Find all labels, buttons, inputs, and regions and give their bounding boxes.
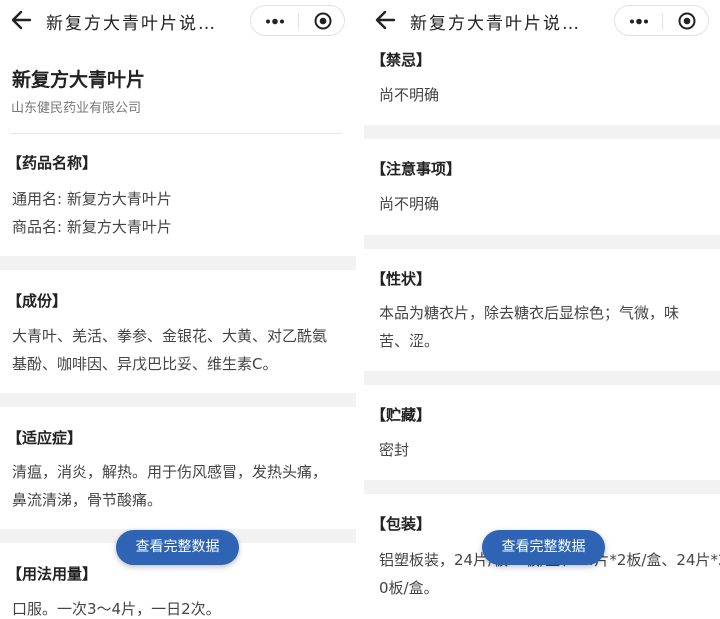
view-full-data-button[interactable]: 查看完整数据 (482, 530, 605, 565)
section-line: 苦、涩。 (379, 332, 440, 350)
section-heading-precautions: 【注意事项】 (371, 160, 462, 178)
section-line: 口服。一次3～4片，一日2次。 (12, 600, 221, 618)
nav-title: 新复方大青叶片说… (46, 14, 217, 34)
section-line: 鼻流清涕，骨节酸痛。 (12, 491, 163, 509)
section-separator (0, 393, 356, 407)
section-line: 大青叶、羌活、拳参、金银花、大黄、对乙酰氨 (12, 327, 328, 345)
nav-title: 新复方大青叶片说… (410, 14, 581, 34)
section-separator (364, 235, 720, 249)
section-line: 本品为糖衣片，除去糖衣后显棕色；气微，味 (379, 304, 680, 322)
more-dots-icon[interactable] (264, 13, 286, 30)
section-heading-characteristics: 【性状】 (371, 270, 432, 288)
capsule-divider (662, 13, 663, 30)
capsule-divider (298, 13, 299, 30)
left-screen: 新复方大青叶片说… 新复方大青叶片 山东健民药业有限公司 【药品名称】 通用名:… (0, 0, 356, 619)
nav-bar: 新复方大青叶片说… (364, 0, 720, 42)
section-line: 0板/盒。 (379, 579, 439, 597)
section-line: 通用名: 新复方大青叶片 (12, 190, 172, 208)
section-line: 尚不明确 (379, 86, 440, 104)
section-heading-dosage: 【用法用量】 (7, 565, 98, 583)
company-name: 山东健民药业有限公司 (11, 101, 142, 116)
divider (11, 133, 342, 134)
section-line: 商品名: 新复方大青叶片 (12, 218, 172, 236)
section-heading-contraindications: 【禁忌】 (371, 51, 432, 69)
drug-title: 新复方大青叶片 (12, 69, 146, 91)
more-dots-icon[interactable] (628, 13, 650, 30)
section-line: 密封 (379, 441, 410, 459)
section-line: 尚不明确 (379, 195, 440, 213)
target-circle-icon[interactable] (678, 12, 696, 30)
section-line: 清瘟，消炎，解热。用于伤风感冒，发热头痛， (12, 463, 328, 481)
back-arrow-icon[interactable] (374, 8, 396, 32)
section-heading-ingredients: 【成份】 (7, 292, 68, 310)
section-heading-storage: 【贮藏】 (371, 406, 432, 424)
view-full-data-button[interactable]: 查看完整数据 (116, 530, 239, 565)
section-heading-indications: 【适应症】 (7, 429, 83, 447)
section-separator (364, 371, 720, 385)
target-circle-icon[interactable] (314, 12, 332, 30)
right-screen: 新复方大青叶片说… 【禁忌】 尚不明确 【注意事项】 尚不明确 【性状】 本品为… (364, 0, 720, 619)
section-heading-drug-name: 【药品名称】 (7, 154, 98, 172)
mini-program-capsule (614, 5, 709, 36)
section-separator (0, 256, 356, 270)
section-line: 基酚、咖啡因、异戊巴比妥、维生素C。 (12, 355, 278, 373)
section-separator (364, 125, 720, 139)
back-arrow-icon[interactable] (10, 8, 32, 32)
section-heading-packaging: 【包装】 (371, 515, 432, 533)
mini-program-capsule (250, 5, 345, 36)
screen-gutter (356, 0, 364, 619)
section-separator (364, 480, 720, 494)
nav-bar: 新复方大青叶片说… (0, 0, 356, 42)
